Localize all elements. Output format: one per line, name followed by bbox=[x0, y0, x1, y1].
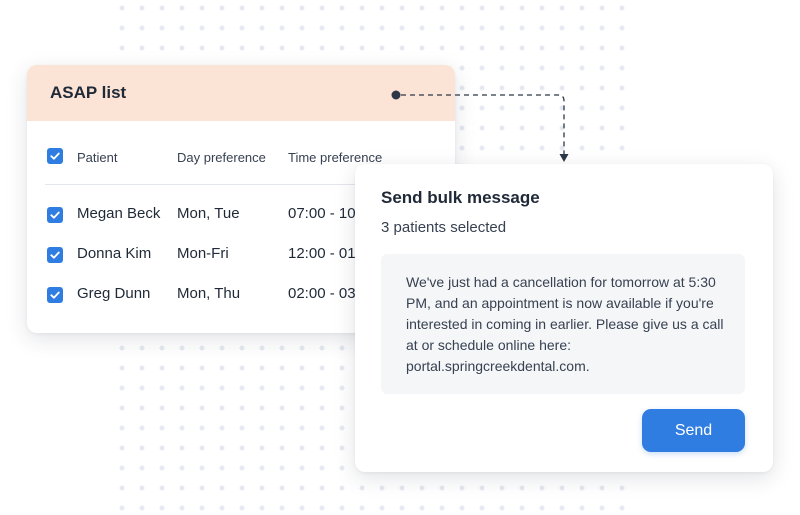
patient-name: Megan Beck bbox=[77, 205, 161, 222]
asap-list-title: ASAP list bbox=[50, 83, 127, 102]
column-header-day-preference[interactable]: Day preference bbox=[177, 150, 266, 165]
check-icon bbox=[50, 152, 60, 160]
select-all-checkbox[interactable] bbox=[47, 148, 63, 164]
selected-count: 3 patients selected bbox=[381, 219, 507, 236]
day-preference: Mon, Thu bbox=[177, 285, 241, 302]
row-checkbox[interactable] bbox=[47, 287, 63, 303]
asap-list-header: ASAP list bbox=[27, 65, 455, 121]
day-preference: Mon, Tue bbox=[177, 205, 240, 222]
time-preference: 02:00 - 03 bbox=[288, 285, 356, 302]
message-textarea[interactable]: We've just had a cancellation for tomorr… bbox=[381, 254, 745, 394]
row-checkbox[interactable] bbox=[47, 247, 63, 263]
time-preference: 12:00 - 01 bbox=[288, 245, 356, 262]
patient-name: Greg Dunn bbox=[77, 285, 151, 302]
send-bulk-message-card: Send bulk message 3 patients selected We… bbox=[355, 164, 773, 472]
message-text: We've just had a cancellation for tomorr… bbox=[406, 274, 724, 374]
check-icon bbox=[50, 211, 60, 219]
bulk-message-title: Send bulk message bbox=[381, 188, 540, 207]
column-header-patient[interactable]: Patient bbox=[77, 150, 117, 165]
patient-name: Donna Kim bbox=[77, 245, 152, 262]
day-preference: Mon-Fri bbox=[177, 245, 229, 262]
time-preference: 07:00 - 10 bbox=[288, 205, 356, 222]
send-button[interactable]: Send bbox=[642, 409, 745, 452]
column-header-time-preference[interactable]: Time preference bbox=[288, 150, 382, 165]
check-icon bbox=[50, 291, 60, 299]
row-checkbox[interactable] bbox=[47, 207, 63, 223]
check-icon bbox=[50, 251, 60, 259]
